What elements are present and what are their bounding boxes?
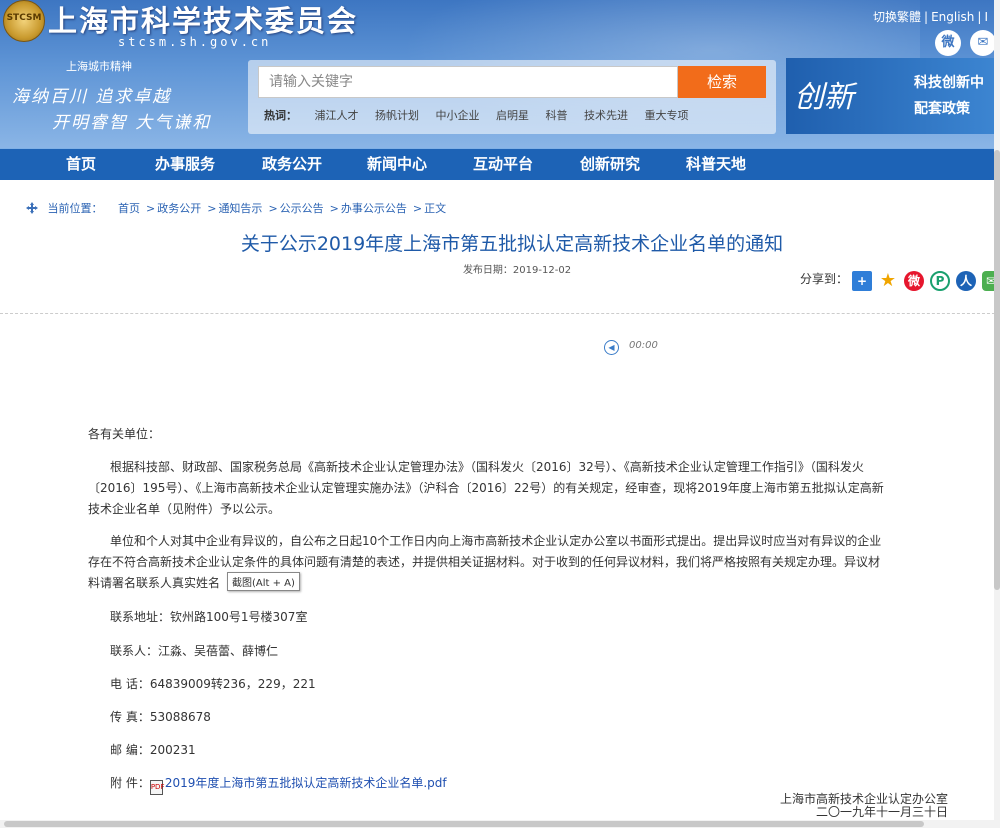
- hot-word-link[interactable]: 技术先进: [584, 109, 628, 122]
- contact-phone: 电 话：64839009转236，229，221: [110, 677, 316, 691]
- search-input[interactable]: 请输入关键字: [258, 66, 678, 98]
- vertical-scroll-thumb[interactable]: [994, 150, 1000, 590]
- breadcrumb-current[interactable]: 正文: [424, 202, 446, 215]
- location-icon: [26, 202, 38, 214]
- divider: [0, 313, 1000, 314]
- paragraph-1-line-2: 〔2016〕195号）、《上海市高新技术企业认定管理实施办法》（沪科合〔2016…: [88, 481, 884, 495]
- lang-english-link[interactable]: English: [931, 10, 974, 24]
- audio-player: ◀ 00:00: [604, 340, 658, 355]
- site-name[interactable]: 上海市科学技术委员会: [48, 0, 358, 40]
- breadcrumb-home[interactable]: 首页: [118, 202, 140, 215]
- nav-gov-affairs[interactable]: 政务公开: [262, 149, 322, 180]
- lang-more-link[interactable]: I: [984, 10, 988, 24]
- hot-words-label: 热词：: [264, 109, 297, 122]
- hot-words: 热词： 浦江人才 扬帆计划 中小企业 启明星 科普 技术先进 重大专项: [264, 107, 702, 123]
- innovation-banner[interactable]: 创新 科技创新中 配套政策: [786, 58, 1000, 134]
- wechat-icon[interactable]: ✉: [970, 30, 996, 56]
- contact-postcode: 邮 编：200231: [110, 743, 196, 757]
- site-url: stcsm.sh.gov.cn: [118, 35, 272, 49]
- pdf-icon: PDF: [149, 780, 164, 795]
- signature: 上海市高新技术企业认定办公室 二〇一九年十一月三十日: [780, 793, 948, 819]
- emblem-text: STCSM: [6, 13, 42, 23]
- paragraph-1-line-1: 根据科技部、财政部、国家税务总局《高新技术企业认定管理办法》（国科发火〔2016…: [110, 460, 864, 474]
- paragraph-2-line-2: 存在不符合高新技术企业认定条件的具体问题有清楚的表述，并提供相关证据材料。对于收…: [88, 555, 881, 569]
- hot-word-link[interactable]: 重大专项: [645, 109, 689, 122]
- breadcrumb-announcements[interactable]: 公示公告: [280, 202, 324, 215]
- attachment-row: 附 件：PDF2019年度上海市第五批拟认定高新技术企业名单.pdf: [110, 774, 447, 795]
- contact-fax: 传 真：53088678: [110, 710, 211, 724]
- hot-word-link[interactable]: 扬帆计划: [375, 109, 419, 122]
- attachment-label: 附 件：: [110, 776, 150, 790]
- salutation: 各有关单位：: [88, 427, 161, 441]
- share-label: 分享到：: [800, 272, 849, 286]
- audio-time: 00:00: [629, 340, 658, 351]
- breadcrumb-service-announcements[interactable]: 办事公示公告: [341, 202, 407, 215]
- spirit-line-1: 海纳百川 追求卓越: [12, 87, 172, 107]
- attachment-link[interactable]: 2019年度上海市第五批拟认定高新技术企业名单.pdf: [165, 776, 447, 790]
- article-title: 关于公示2019年度上海市第五批拟认定高新技术企业名单的通知: [240, 233, 784, 255]
- breadcrumb-label: 当前位置：: [47, 202, 103, 215]
- breadcrumb: 当前位置： 首页 > 政务公开 > 通知告示 > 公示公告 > 办事公示公告 > 正文: [26, 200, 446, 216]
- nav-home[interactable]: 首页: [66, 149, 96, 180]
- renren-icon[interactable]: 人: [956, 271, 976, 291]
- paragraph-2-line-3: 料请署名联系人真实姓名: [88, 576, 221, 590]
- hot-word-link[interactable]: 中小企业: [436, 109, 480, 122]
- spirit-line-2: 开明睿智 大气谦和: [52, 113, 212, 133]
- pinterest-icon[interactable]: P: [930, 271, 950, 291]
- weibo-icon[interactable]: 微: [935, 30, 961, 56]
- language-links: 切换繁體 | English | I: [873, 10, 988, 24]
- sign-date: 二〇一九年十一月三十日: [815, 805, 948, 819]
- main-nav: 首页 办事服务 政务公开 新闻中心 互动平台 创新研究 科普天地: [0, 148, 1000, 180]
- city-spirit: 上海城市精神 海纳百川 追求卓越 开明睿智 大气谦和: [6, 55, 241, 135]
- breadcrumb-notices[interactable]: 通知告示: [218, 202, 262, 215]
- hot-word-link[interactable]: 科普: [546, 109, 568, 122]
- breadcrumb-gov-affairs[interactable]: 政务公开: [157, 202, 201, 215]
- share-more-icon[interactable]: +: [852, 271, 872, 291]
- banner-big-text: 创新: [794, 80, 854, 115]
- weibo-share-icon[interactable]: 微: [904, 271, 924, 291]
- nav-science[interactable]: 科普天地: [686, 149, 746, 180]
- banner-line-1: 科技创新中: [914, 75, 984, 91]
- screenshot-tooltip: 截图(Alt + A): [227, 572, 300, 591]
- hot-word-link[interactable]: 浦江人才: [315, 109, 359, 122]
- hot-word-link[interactable]: 启明星: [496, 109, 529, 122]
- horizontal-scroll-thumb[interactable]: [4, 821, 924, 827]
- nav-interaction[interactable]: 互动平台: [473, 149, 533, 180]
- lang-traditional-link[interactable]: 切换繁體: [873, 10, 921, 24]
- horizontal-scrollbar[interactable]: [0, 820, 1000, 828]
- paragraph-1-line-3: 技术企业名单（见附件）予以公示。: [88, 502, 281, 516]
- nav-research[interactable]: 创新研究: [580, 149, 640, 180]
- vertical-scrollbar[interactable]: [994, 0, 1000, 828]
- search-panel: 请输入关键字 检索 热词： 浦江人才 扬帆计划 中小企业 启明星 科普 技术先进…: [248, 60, 776, 134]
- contact-address: 联系地址：钦州路100号1号楼307室: [110, 610, 308, 624]
- contact-persons: 联系人：江淼、吴蓓蕾、薛博仁: [110, 644, 279, 658]
- site-header: STCSM 上海市科学技术委员会 stcsm.sh.gov.cn 切换繁體 | En…: [0, 0, 1000, 148]
- nav-services[interactable]: 办事服务: [155, 149, 215, 180]
- banner-line-2: 配套政策: [914, 101, 970, 117]
- favorite-star-icon[interactable]: ★: [878, 271, 898, 291]
- play-icon[interactable]: ◀: [604, 340, 619, 355]
- paragraph-2-line-1: 单位和个人对其中企业有异议的，自公布之日起10个工作日内向上海市高新技术企业认定…: [110, 534, 882, 548]
- emblem-logo: STCSM: [3, 0, 45, 42]
- nav-news[interactable]: 新闻中心: [367, 149, 427, 180]
- spirit-title: 上海城市精神: [66, 60, 132, 73]
- publish-date: 发布日期：2019-12-02: [462, 265, 572, 276]
- search-button[interactable]: 检索: [678, 66, 766, 98]
